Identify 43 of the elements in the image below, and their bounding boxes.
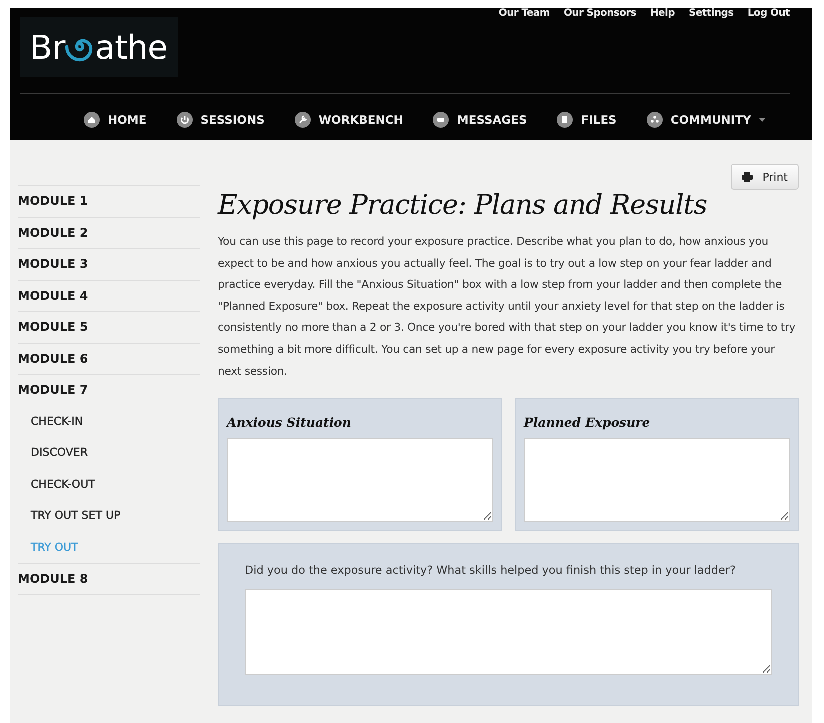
logo[interactable]: Br athe (20, 17, 178, 77)
nav-link[interactable]: MESSAGES (433, 112, 528, 128)
printer-icon (742, 172, 753, 182)
header-link[interactable]: Our Sponsors (564, 8, 636, 19)
logo-text: athe (95, 28, 168, 66)
text-area[interactable] (245, 589, 772, 676)
header-link[interactable]: Our Team (498, 8, 550, 19)
question-label: Did you do the exposure activity? What skills helped you finish this step in your ladder? (245, 564, 737, 578)
message-icon (433, 112, 450, 128)
field-label: Planned Exposure (524, 415, 652, 430)
sidebar-item[interactable]: DISCOVER (18, 437, 200, 468)
text-area[interactable] (524, 438, 790, 522)
text-area[interactable] (227, 438, 493, 522)
logo-text: Br (30, 28, 66, 66)
people-icon (646, 112, 663, 128)
header-link[interactable]: Log Out (748, 8, 790, 19)
power-icon (176, 112, 193, 128)
sidebar-item[interactable]: MODULE 6 (18, 342, 200, 374)
print-button[interactable]: Print (730, 164, 799, 190)
sidebar-item[interactable]: MODULE 3 (18, 248, 200, 280)
page-title: Exposure Practice: Plans and Results (218, 190, 708, 221)
home-icon (84, 112, 100, 128)
sidebar-item[interactable]: MODULE 1 (18, 185, 200, 216)
header-link[interactable]: Help (650, 8, 675, 19)
sidebar-item[interactable]: CHECK-IN (18, 406, 200, 437)
intro-paragraph: You can use this page to record your exposure practice. Describe what you plan to do, how anxious you expect to be and how anxious you actually feel. The goal is to try out a low step on your fear ladder and practice everyday. Fill the "Anxious Situation" box with a low step from your ladder and then complete the "Planned Exposure" box. Repeat the exposure activity until your anxiety level for that step on the ladder is consistently no more than a 2 or 3. Once you're bored with that step on your ladder you know it's time to try something a bit more difficult. You can set up a new page for every exposure activity you try before your next session. (218, 234, 797, 380)
nav-link[interactable]: HOME (84, 112, 147, 128)
sidebar-item[interactable]: CHECK-OUT (18, 468, 200, 500)
sidebar-item[interactable]: TRY OUT SET UP (18, 500, 200, 532)
sidebar-item[interactable]: MODULE 4 (18, 280, 200, 311)
nav-link[interactable]: SESSIONS (176, 112, 265, 128)
nav-link[interactable]: WORKBENCH (294, 112, 404, 128)
sidebar-item[interactable]: MODULE 2 (18, 216, 200, 248)
field-label: Anxious Situation (227, 415, 352, 430)
wrench-icon (294, 112, 311, 128)
sidebar-item[interactable]: MODULE 5 (18, 311, 200, 342)
header-link[interactable]: Settings (689, 8, 734, 19)
sidebar-item[interactable]: MODULE 7 (18, 374, 200, 406)
document-icon (557, 112, 574, 128)
sidebar-item[interactable]: MODULE 8 (18, 563, 200, 594)
caret-icon (759, 118, 766, 122)
nav-link[interactable]: COMMUNITY (646, 112, 766, 128)
nav-link[interactable]: FILES (557, 112, 617, 128)
